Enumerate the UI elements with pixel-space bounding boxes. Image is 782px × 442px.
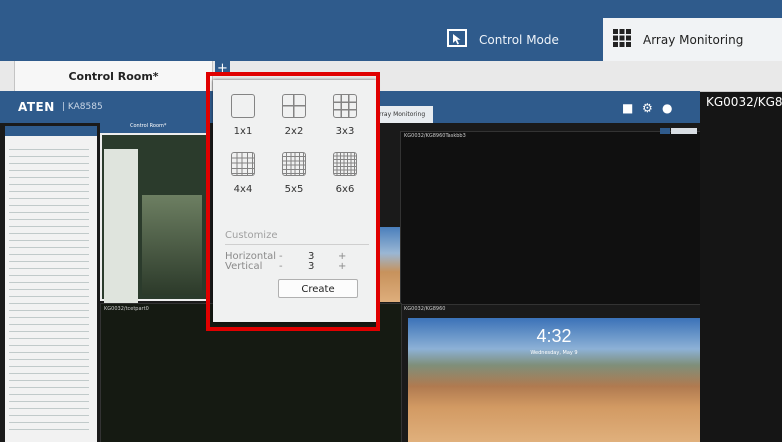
add-room-button[interactable]: + [215,61,230,76]
tab-control-room-label: Control Room* [68,69,159,83]
lock-screen-time: 4:32 [536,326,572,346]
vertical-value[interactable]: 3 [308,261,314,272]
pane-profile-select[interactable] [671,128,697,134]
nested-title: Control Room* [130,123,167,129]
pane-label: KG0032/tcetpart0 [104,306,149,312]
grid-option-6x6[interactable]: 6x6 [325,152,365,195]
grid-6x6-icon [333,152,357,176]
monitor-pane[interactable] [400,131,700,305]
remote-tree-header [5,126,97,136]
grid-option-4x4[interactable]: 4x4 [223,152,263,195]
grid-layout-popup: 1x1 2x2 3x3 4x4 5x5 6x6 Customize Horizo… [213,80,376,322]
remote-model-label: | KA8585 [62,102,103,112]
grid-option-5x5[interactable]: 5x5 [274,152,314,195]
monitor-pane[interactable] [100,303,402,442]
pane-save-button[interactable] [660,128,670,134]
vertical-increment-button[interactable]: + [338,261,346,272]
grid-2x2-icon [282,94,306,118]
tab-control-mode-label: Control Mode [479,32,559,47]
tab-control-mode[interactable]: Control Mode [437,18,597,61]
pane-label: KG0032/KG8960Taskbb3 [404,133,466,139]
tab-array-monitoring[interactable]: Array Monitoring [603,18,782,61]
vertical-label: Vertical [225,261,263,272]
grid-1x1-icon [231,94,255,118]
remote-user-icon: ● [662,101,673,115]
grid-option-1x1[interactable]: 1x1 [223,94,263,137]
remote-tab-array-monitoring: Array Monitoring [371,106,433,123]
create-button[interactable]: Create [278,279,358,298]
remote-monitor-icon: ■ [622,101,634,115]
grid-option-2x2[interactable]: 2x2 [274,94,314,137]
aten-logo: ATEN [18,100,55,114]
nested-tree [104,149,138,309]
customize-title: Customize [225,230,278,241]
lock-screen-date: Wednesday, May 9 [530,350,578,356]
remote-device-tree [5,126,97,442]
remote-tree-items [9,146,89,436]
grid-4x4-icon [231,152,255,176]
grid-option-3x3[interactable]: 3x3 [325,94,365,137]
nested-remote-window: Control Room* [100,123,210,309]
nested-thumbnail [142,195,202,295]
grid-5x5-icon [282,152,306,176]
tab-control-room[interactable]: Control Room* [14,61,213,91]
control-mode-icon [447,29,467,50]
grid-3x3-icon [333,94,357,118]
customize-divider [225,244,369,245]
tab-array-monitoring-label: Array Monitoring [643,32,744,47]
pane-label: KG0032/KG8960 [404,306,446,312]
vertical-decrement-button[interactable]: - [279,261,283,272]
desktop-screen[interactable]: 4:32 Wednesday, May 9 [408,318,700,442]
device-label: KG0032/KG8 [706,95,782,109]
grid-icon [613,29,631,50]
nested-screen [102,135,210,309]
remote-gear-icon: ⚙ [642,101,653,115]
